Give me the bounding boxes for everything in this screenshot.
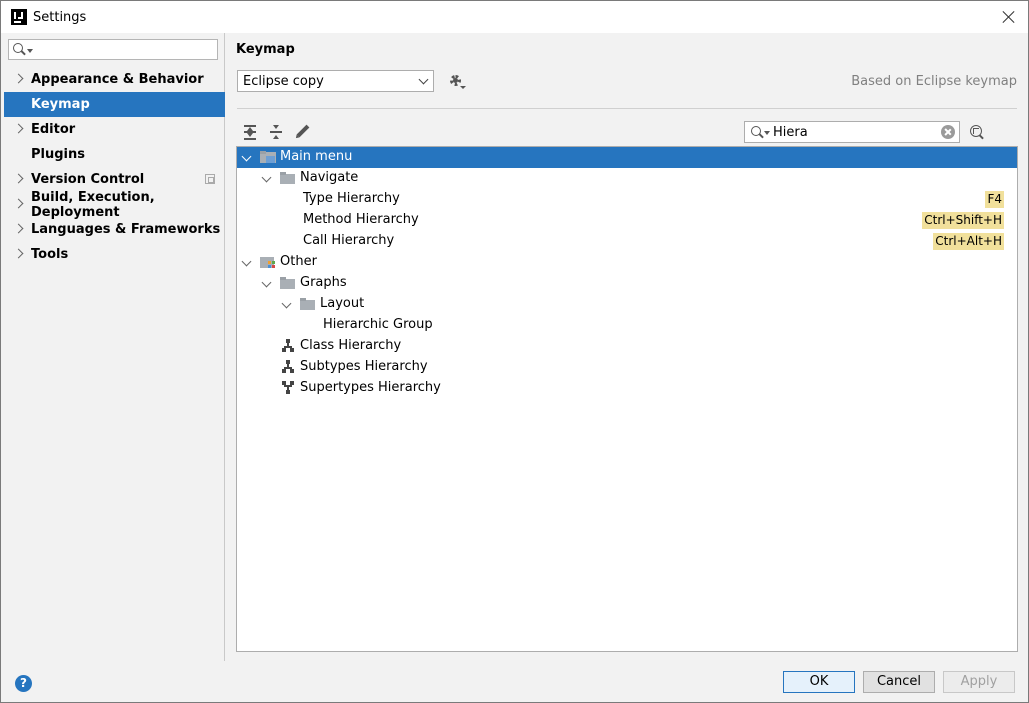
folder-icon (280, 172, 295, 184)
supertypes-hierarchy-icon (282, 381, 294, 395)
tree-row[interactable]: Navigate (237, 168, 1017, 189)
tree-row-label: Method Hierarchy (303, 212, 419, 227)
sidebar-item-label: Languages & Frameworks (31, 222, 221, 237)
other-folder-icon (260, 256, 276, 269)
sidebar-item-label: Editor (31, 122, 76, 137)
settings-nav: Appearance & Behavior Keymap Editor Plugins… (1, 67, 225, 267)
tree-row-label: Type Hierarchy (303, 191, 400, 206)
gear-icon[interactable] (448, 73, 466, 89)
tree-row[interactable]: Method Hierarchy Ctrl+Shift+H (237, 210, 1017, 231)
folder-icon (300, 298, 315, 310)
settings-window: Settings Appearance & Behavior Keymap Edit… (0, 0, 1029, 703)
tree-row-label: Class Hierarchy (300, 338, 402, 353)
tree-row-label: Graphs (300, 275, 347, 290)
chevron-right-icon[interactable] (13, 173, 24, 184)
sidebar-item-label: Keymap (31, 97, 90, 112)
keymap-select-value: Eclipse copy (243, 73, 324, 89)
folder-icon (280, 277, 295, 289)
sidebar-item-appearance-behavior[interactable]: Appearance & Behavior (1, 67, 225, 92)
clear-icon[interactable] (941, 125, 955, 139)
title-bar: Settings (1, 1, 1028, 33)
ok-button[interactable]: OK (783, 671, 855, 693)
keymap-select[interactable]: Eclipse copy (237, 70, 434, 92)
page-title: Keymap (236, 42, 295, 57)
chevron-down-icon[interactable] (261, 277, 272, 288)
sidebar-item-label: Version Control (31, 172, 145, 187)
chevron-right-icon[interactable] (13, 248, 24, 259)
tree-row[interactable]: Other (237, 252, 1017, 273)
settings-sidebar: Appearance & Behavior Keymap Editor Plugins… (1, 33, 225, 661)
tree-row-label: Subtypes Hierarchy (300, 359, 428, 374)
sidebar-item-label: Plugins (31, 147, 85, 162)
expand-all-icon[interactable] (242, 124, 258, 140)
divider (237, 108, 1017, 109)
sidebar-item-label: Appearance & Behavior (31, 72, 204, 87)
tree-row[interactable]: Subtypes Hierarchy (237, 357, 1017, 378)
tree-row-label: Hierarchic Group (323, 317, 433, 332)
chevron-right-icon[interactable] (13, 198, 24, 209)
sidebar-item-keymap[interactable]: Keymap (4, 92, 225, 117)
filter-value: Hiera (773, 125, 808, 140)
search-history-dropdown-icon[interactable] (764, 131, 770, 135)
project-level-icon (205, 174, 215, 184)
search-history-dropdown-icon[interactable] (27, 49, 33, 53)
search-icon (751, 126, 761, 136)
intellij-app-icon (11, 9, 27, 25)
tree-row-label: Call Hierarchy (303, 233, 395, 248)
sidebar-item-editor[interactable]: Editor (1, 117, 225, 142)
class-hierarchy-icon (282, 339, 294, 353)
close-icon[interactable] (1000, 8, 1018, 26)
keymap-filter-input[interactable]: Hiera (744, 121, 960, 143)
dialog-button-bar: ? OK Cancel Apply (1, 661, 1028, 702)
find-by-shortcut-icon[interactable] (968, 123, 986, 141)
cancel-button[interactable]: Cancel (863, 671, 935, 693)
chevron-down-icon[interactable] (281, 298, 292, 309)
tree-row[interactable]: Type Hierarchy F4 (237, 189, 1017, 210)
chevron-right-icon[interactable] (13, 73, 24, 84)
tree-row[interactable]: Supertypes Hierarchy (237, 378, 1017, 399)
sidebar-item-build-execution-deployment[interactable]: Build, Execution, Deployment (1, 189, 225, 220)
main-menu-folder-icon (260, 151, 276, 164)
tree-row-label: Supertypes Hierarchy (300, 380, 441, 395)
keymap-actions-tree[interactable]: Main menu Navigate Type Hierarchy F4 Method … (236, 146, 1018, 652)
tree-row[interactable]: Hierarchic Group (237, 315, 1017, 336)
search-icon (13, 43, 23, 53)
based-on-label: Based on Eclipse keymap (851, 74, 1017, 89)
tree-row[interactable]: Main menu (237, 147, 1017, 168)
settings-search-input[interactable] (8, 39, 218, 60)
tree-row[interactable]: Call Hierarchy Ctrl+Alt+H (237, 231, 1017, 252)
shortcut-badge: Ctrl+Alt+H (933, 233, 1004, 250)
tree-row-label: Other (280, 254, 317, 269)
tree-row[interactable]: Class Hierarchy (237, 336, 1017, 357)
sidebar-item-version-control[interactable]: Version Control (1, 167, 225, 192)
tree-row-label: Main menu (280, 149, 353, 164)
collapse-all-icon[interactable] (268, 124, 284, 140)
tree-row-label: Navigate (300, 170, 359, 185)
chevron-right-icon[interactable] (13, 123, 24, 134)
subtypes-hierarchy-icon (282, 360, 294, 374)
tree-row[interactable]: Layout (237, 294, 1017, 315)
window-title: Settings (33, 9, 87, 25)
sidebar-item-languages-frameworks[interactable]: Languages & Frameworks (1, 217, 225, 242)
sidebar-item-tools[interactable]: Tools (1, 242, 225, 267)
edit-icon[interactable] (294, 124, 310, 140)
keymap-panel: Keymap Eclipse copy Based on Eclipse key… (226, 33, 1028, 661)
sidebar-item-label: Tools (31, 247, 69, 262)
chevron-right-icon[interactable] (13, 223, 24, 234)
apply-button[interactable]: Apply (943, 671, 1015, 693)
chevron-down-icon (418, 74, 429, 85)
help-icon[interactable]: ? (15, 675, 32, 692)
tree-row[interactable]: Graphs (237, 273, 1017, 294)
tree-row-label: Layout (320, 296, 365, 311)
shortcut-badge: Ctrl+Shift+H (922, 212, 1004, 229)
chevron-down-icon[interactable] (241, 151, 252, 162)
chevron-down-icon[interactable] (261, 172, 272, 183)
sidebar-item-plugins[interactable]: Plugins (1, 142, 225, 167)
shortcut-badge: F4 (985, 191, 1004, 208)
sidebar-item-label: Build, Execution, Deployment (31, 189, 155, 220)
chevron-down-icon[interactable] (241, 256, 252, 267)
